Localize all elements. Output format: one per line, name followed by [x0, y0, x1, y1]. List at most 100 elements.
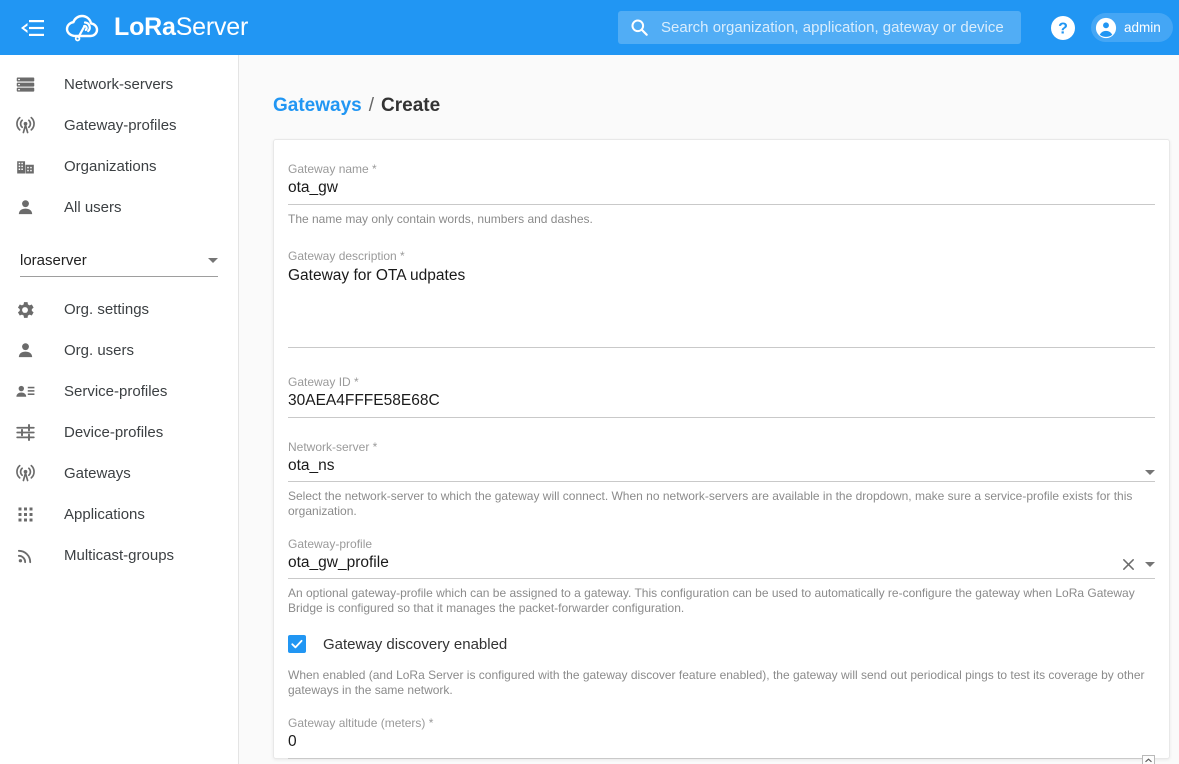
breadcrumb-gateways-link[interactable]: Gateways	[273, 95, 362, 117]
wifi-tethering-icon	[13, 114, 37, 138]
sidebar-item-gateway-profiles[interactable]: Gateway-profiles	[0, 105, 238, 146]
page-title: Create	[381, 95, 440, 117]
app-header: LoRaServer ? admin	[0, 0, 1179, 55]
sidebar-item-label: Multicast-groups	[64, 547, 174, 564]
svg-text:?: ?	[1058, 21, 1068, 38]
network-server-help: Select the network-server to which the g…	[288, 489, 1155, 519]
storage-icon	[13, 73, 37, 97]
person-icon	[13, 196, 37, 220]
gateway-profile-field: Gateway-profile ota_gw_profile An option…	[288, 537, 1155, 616]
main-content: Gateways / Create Gateway name * The nam…	[240, 55, 1179, 764]
rss-feed-icon	[13, 544, 37, 568]
gateway-altitude-label: Gateway altitude (meters) *	[288, 716, 1155, 730]
brand-name-bold: LoRa	[114, 13, 176, 41]
chevron-down-icon[interactable]	[1145, 562, 1155, 567]
sidebar-item-organizations[interactable]: Organizations	[0, 146, 238, 187]
account-button[interactable]: admin	[1091, 13, 1173, 42]
field-spacer	[288, 418, 1155, 440]
gateway-discovery-checkbox[interactable]	[288, 635, 306, 653]
sidebar-item-label: Service-profiles	[64, 383, 167, 400]
search-input[interactable]	[659, 11, 1021, 44]
person-list-icon	[13, 380, 37, 404]
chevron-down-icon[interactable]	[1145, 470, 1155, 475]
gateway-id-field: Gateway ID *	[288, 375, 1155, 418]
gateway-description-field: Gateway description * Gateway for OTA ud…	[288, 249, 1155, 353]
breadcrumb-separator: /	[369, 95, 374, 117]
brand-name-light: Server	[176, 13, 248, 41]
sidebar-item-network-servers[interactable]: Network-servers	[0, 64, 238, 105]
help-button[interactable]: ?	[1050, 15, 1076, 41]
menu-toggle-button[interactable]	[7, 4, 55, 52]
gateway-id-input[interactable]	[288, 392, 1155, 418]
sidebar-item-label: Applications	[64, 506, 145, 523]
gateway-create-form-card: Gateway name * The name may only contain…	[273, 139, 1170, 759]
sidebar-item-org-settings[interactable]: Org. settings	[0, 289, 238, 330]
breadcrumb: Gateways / Create	[240, 55, 1179, 117]
sidebar-item-label: Gateway-profiles	[64, 117, 177, 134]
sidebar-item-all-users[interactable]: All users	[0, 187, 238, 228]
help-circle-icon: ?	[1050, 15, 1076, 41]
field-spacer	[288, 519, 1155, 537]
settings-gear-icon	[13, 298, 37, 322]
apps-grid-icon	[13, 503, 37, 527]
wifi-tethering-icon	[13, 462, 37, 486]
checkmark-icon	[290, 637, 304, 651]
close-x-icon[interactable]	[1121, 557, 1136, 572]
network-server-adornment	[1145, 470, 1155, 475]
brand-logo[interactable]: LoRaServer	[65, 13, 248, 43]
gateway-profile-help: An optional gateway-profile which can be…	[288, 586, 1155, 616]
sidebar: Network-servers Gateway-profiles	[0, 55, 239, 764]
gateway-altitude-input[interactable]	[288, 733, 1155, 759]
field-spacer	[288, 227, 1155, 249]
gateway-altitude-field: Gateway altitude (meters) * When the gat…	[288, 716, 1155, 764]
sidebar-item-device-profiles[interactable]: Device-profiles	[0, 412, 238, 453]
gateway-discovery-row[interactable]: Gateway discovery enabled	[288, 635, 1155, 653]
field-spacer	[288, 698, 1155, 716]
stepper-up-icon[interactable]	[1142, 755, 1155, 764]
field-spacer	[288, 353, 1155, 375]
brand-name: LoRaServer	[114, 13, 248, 42]
business-icon	[13, 155, 37, 179]
sidebar-item-label: Network-servers	[64, 76, 173, 93]
sidebar-item-gateways[interactable]: Gateways	[0, 453, 238, 494]
tune-sliders-icon	[13, 421, 37, 445]
network-server-value: ota_ns	[288, 457, 1145, 475]
sidebar-item-service-profiles[interactable]: Service-profiles	[0, 371, 238, 412]
sidebar-item-label: Organizations	[64, 158, 157, 175]
gateway-description-label: Gateway description *	[288, 249, 1155, 263]
sidebar-item-label: Gateways	[64, 465, 131, 482]
gateway-altitude-stepper[interactable]	[1142, 755, 1155, 764]
gateway-discovery-label: Gateway discovery enabled	[323, 636, 507, 653]
sidebar-item-applications[interactable]: Applications	[0, 494, 238, 535]
gateway-profile-label: Gateway-profile	[288, 537, 1155, 551]
global-search[interactable]	[618, 11, 1021, 44]
gateway-name-label: Gateway name *	[288, 162, 1155, 176]
gateway-name-help: The name may only contain words, numbers…	[288, 212, 1155, 227]
network-server-field: Network-server * ota_ns Select the netwo…	[288, 440, 1155, 519]
sidebar-item-label: Org. users	[64, 342, 134, 359]
network-server-label: Network-server *	[288, 440, 1155, 454]
organization-selector-value: loraserver	[20, 252, 87, 269]
person-icon	[13, 339, 37, 363]
gateway-name-field: Gateway name * The name may only contain…	[288, 162, 1155, 227]
account-circle-icon	[1095, 17, 1117, 39]
menu-open-icon	[19, 19, 44, 37]
loraserver-cloud-icon	[65, 13, 105, 43]
sidebar-item-label: All users	[64, 199, 122, 216]
gateway-id-label: Gateway ID *	[288, 375, 1155, 389]
search-icon	[630, 18, 649, 37]
account-label: admin	[1124, 20, 1161, 35]
gateway-description-input[interactable]: Gateway for OTA udpates	[288, 266, 1155, 348]
sidebar-item-org-users[interactable]: Org. users	[0, 330, 238, 371]
sidebar-item-label: Device-profiles	[64, 424, 163, 441]
gateway-profile-value: ota_gw_profile	[288, 554, 1121, 572]
sidebar-top-spacer	[0, 55, 238, 64]
chevron-down-icon[interactable]	[208, 258, 218, 263]
sidebar-item-multicast-groups[interactable]: Multicast-groups	[0, 535, 238, 576]
organization-selector[interactable]: loraserver	[20, 245, 218, 277]
gateway-name-input[interactable]	[288, 179, 1155, 205]
network-server-select[interactable]: ota_ns	[288, 457, 1155, 482]
gateway-profile-adornment	[1121, 557, 1155, 572]
sidebar-item-label: Org. settings	[64, 301, 149, 318]
gateway-profile-select[interactable]: ota_gw_profile	[288, 554, 1155, 579]
